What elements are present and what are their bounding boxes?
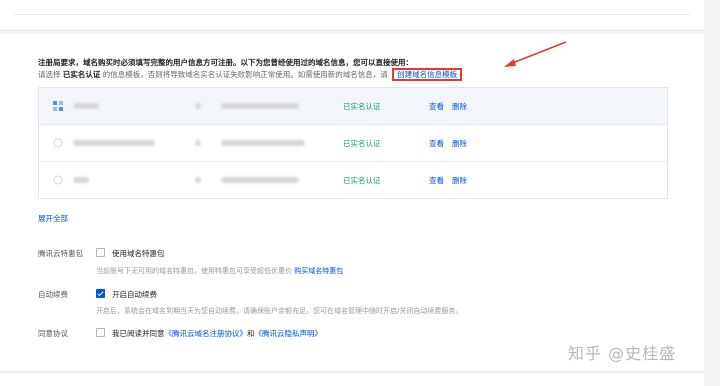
section-divider bbox=[14, 14, 690, 15]
package-hint: 当前账号下无可用的域名特惠包，使用特惠包可享受超低优惠价 购买域名特惠包 bbox=[96, 266, 343, 276]
delete-link[interactable]: 删除 bbox=[452, 138, 467, 149]
package-checkbox-label[interactable]: 使用域名特惠包 bbox=[112, 248, 165, 259]
delete-link[interactable]: 删除 bbox=[452, 101, 467, 112]
zhihu-watermark: 知乎 @史桂盛 bbox=[568, 344, 677, 363]
notice-prefix: 请选择 bbox=[38, 70, 61, 79]
view-link[interactable]: 查看 bbox=[429, 101, 444, 112]
package-checkbox[interactable] bbox=[96, 248, 105, 257]
auto-renew-hint: 开启后，系统会在域名到期当天为您自动续费，请确保账户余额充足。您可在域名管理中随… bbox=[96, 307, 463, 315]
template-list: 已实名认证 查看 删除 已实名认证 查看 删除 已实名认证 查看 删除 bbox=[38, 87, 668, 199]
privacy-statement-link[interactable]: 《腾讯云隐私声明》 bbox=[255, 329, 323, 338]
previous-section-panel bbox=[0, 0, 704, 31]
template-radio-icon bbox=[53, 175, 63, 185]
view-link[interactable]: 查看 bbox=[429, 175, 444, 186]
template-radio-icon bbox=[53, 138, 63, 148]
domain-info-panel bbox=[0, 34, 704, 370]
template-row[interactable]: 已实名认证 查看 删除 bbox=[39, 162, 667, 198]
blurred-email bbox=[221, 177, 299, 183]
blurred-field bbox=[195, 103, 201, 109]
blurred-field bbox=[195, 140, 201, 146]
blurred-field bbox=[195, 177, 201, 183]
registry-notice: 注册局要求，域名购买时必须填写完整的用户信息方可注册。以下为您曾经使用过的域名信… bbox=[38, 57, 463, 81]
agreement-prefix: 我已阅读并同意 bbox=[112, 329, 165, 338]
view-link[interactable]: 查看 bbox=[429, 138, 444, 149]
agreement-checkbox[interactable] bbox=[96, 328, 105, 337]
auto-renew-checkbox-label[interactable]: 开启自动续费 bbox=[112, 289, 157, 300]
auto-renew-label: 自动续费 bbox=[38, 290, 68, 299]
blurred-email bbox=[221, 103, 299, 109]
registration-agreement-link[interactable]: 《腾讯云域名注册协议》 bbox=[165, 329, 248, 338]
agreement-and: 和 bbox=[247, 329, 255, 338]
agreement-text: 我已阅读并同意《腾讯云域名注册协议》和《腾讯云隐私声明》 bbox=[112, 328, 322, 339]
verified-status: 已实名认证 bbox=[343, 139, 381, 148]
next-section-panel bbox=[0, 372, 704, 386]
template-row[interactable]: 已实名认证 查看 删除 bbox=[39, 125, 667, 162]
notice-verified-text: 已实名认证 bbox=[62, 70, 101, 79]
create-template-link[interactable]: 创建域名信息模板 bbox=[392, 68, 463, 81]
blurred-owner-name bbox=[73, 103, 99, 109]
package-label: 腾讯云特惠包 bbox=[38, 249, 83, 258]
verified-status: 已实名认证 bbox=[343, 176, 381, 185]
notice-suffix: 的信息模板，否则将导致域名实名认证失败影响正常使用。如需使用新的域名信息，请 bbox=[102, 70, 388, 79]
blurred-owner-name bbox=[73, 177, 89, 183]
buy-package-link[interactable]: 购买域名特惠包 bbox=[294, 267, 343, 275]
expand-all-link[interactable]: 展开全部 bbox=[38, 213, 68, 224]
annotation-arrow-icon bbox=[504, 41, 567, 67]
auto-renew-checkbox[interactable] bbox=[96, 289, 105, 298]
package-hint-text: 当前账号下无可用的域名特惠包，使用特惠包可享受超低优惠价 bbox=[96, 267, 292, 275]
template-selected-icon bbox=[53, 101, 63, 111]
agreement-label: 同意协议 bbox=[38, 329, 68, 338]
verified-status: 已实名认证 bbox=[343, 102, 381, 111]
notice-line-2: 请选择 已实名认证 的信息模板，否则将导致域名实名认证失败影响正常使用。如需使用… bbox=[38, 68, 463, 81]
blurred-owner-name bbox=[73, 140, 155, 146]
template-row[interactable]: 已实名认证 查看 删除 bbox=[39, 88, 667, 125]
delete-link[interactable]: 删除 bbox=[452, 175, 467, 186]
blurred-email bbox=[221, 140, 305, 146]
